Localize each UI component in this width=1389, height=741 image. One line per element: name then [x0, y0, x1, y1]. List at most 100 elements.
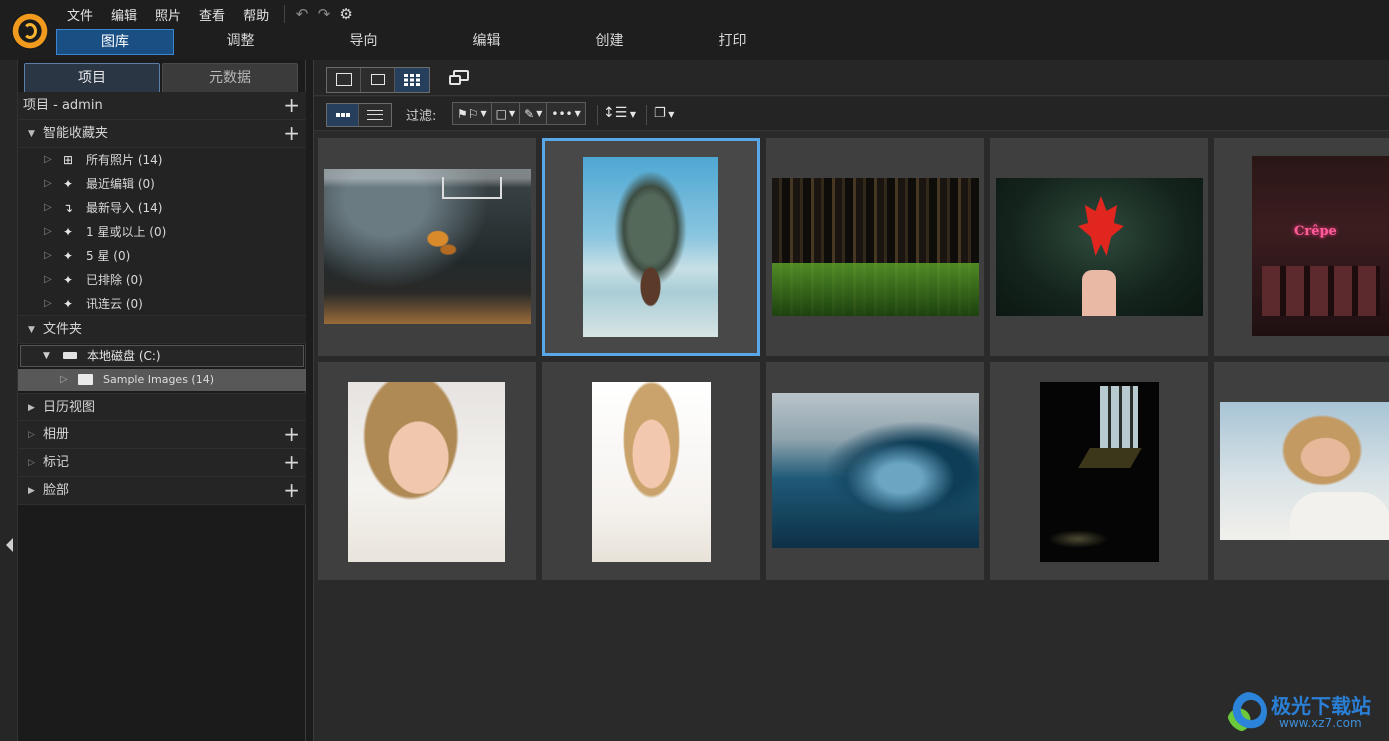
local-drive-item[interactable]: ▼ 本地磁盘 (C:): [20, 345, 304, 367]
edit-filter-button[interactable]: ✎ ▼: [519, 102, 548, 125]
menu-view[interactable]: 查看: [190, 3, 234, 25]
smart-item-all-photos[interactable]: ▷ ⊞ 所有照片 (14): [18, 148, 306, 172]
grass-shape: [772, 263, 979, 316]
thumbnail-cell[interactable]: [990, 138, 1208, 356]
project-label: 项目 - admin: [23, 98, 103, 113]
collapsed-triangle-icon[interactable]: ▷: [44, 244, 52, 268]
panel-collapse-strip[interactable]: [0, 60, 18, 741]
tab-adjust[interactable]: 调整: [179, 29, 302, 55]
expanded-triangle-icon[interactable]: ▼: [43, 346, 50, 366]
menu-help[interactable]: 帮助: [234, 3, 278, 25]
calendar-view-header[interactable]: ▶ 日历视图: [18, 393, 306, 421]
tab-edit[interactable]: 编辑: [425, 29, 548, 55]
tab-metadata[interactable]: 元数据: [162, 63, 298, 92]
floor-light: [1048, 530, 1108, 548]
thumbnail-cell[interactable]: [990, 362, 1208, 580]
app-logo-icon[interactable]: [10, 11, 50, 51]
undo-icon[interactable]: ↶: [291, 3, 313, 25]
tab-guided[interactable]: 导向: [302, 29, 425, 55]
thumbnail-cell[interactable]: Crêpe: [1214, 138, 1389, 356]
sort-button[interactable]: ↕☰ ▼: [603, 102, 636, 125]
collapsed-triangle-icon[interactable]: ▶: [28, 477, 35, 505]
thumbnail-cell[interactable]: [766, 362, 984, 580]
menu-edit[interactable]: 编辑: [102, 3, 146, 25]
library-main-area: 过滤: ⚑⚐ ▼ □ ▼ ✎ ▼ ••• ▼ ↕☰ ▼ ❐ ▼ Crêpe: [313, 60, 1389, 741]
albums-header[interactable]: ▷ 相册 +: [18, 421, 306, 449]
smart-item-latest-import[interactable]: ▷ ↴ 最新导入 (14): [18, 196, 306, 220]
collapsed-triangle-icon[interactable]: ▷: [28, 421, 35, 449]
thumbnail-cell[interactable]: [766, 138, 984, 356]
single-view-button[interactable]: [327, 68, 361, 92]
grid-view-button[interactable]: [395, 68, 429, 92]
tags-header[interactable]: ▷ 标记 +: [18, 449, 306, 477]
collapsed-triangle-icon[interactable]: ▷: [44, 148, 52, 172]
magic-wand-icon: ✦: [62, 273, 74, 287]
thumbnail-cell[interactable]: [318, 138, 536, 356]
thumbnail-cell[interactable]: [318, 362, 536, 580]
rock-island-photo: [583, 157, 718, 337]
watermark-title: 极光下载站: [1271, 694, 1371, 718]
collapsed-triangle-icon[interactable]: ▷: [44, 196, 52, 220]
menu-photo[interactable]: 照片: [146, 3, 190, 25]
thumbnail-mode-button[interactable]: [327, 104, 359, 126]
albums-label: 相册: [43, 427, 70, 442]
color-filter-button[interactable]: □ ▼: [490, 102, 521, 125]
collapse-left-icon[interactable]: [6, 538, 13, 552]
stack-icon: ❐: [654, 106, 666, 121]
collapsed-triangle-icon[interactable]: ▷: [44, 292, 52, 316]
expanded-triangle-icon[interactable]: ▼: [28, 316, 35, 344]
watermark: 极光下载站 www.xz7.com: [1227, 690, 1387, 734]
tab-create[interactable]: 创建: [548, 29, 671, 55]
more-filter-button[interactable]: ••• ▼: [546, 102, 586, 125]
tab-library[interactable]: 图库: [56, 29, 174, 55]
sample-images-folder[interactable]: ▷ Sample Images (14): [18, 369, 306, 391]
tab-print[interactable]: 打印: [671, 29, 794, 55]
collapsed-triangle-icon[interactable]: ▶: [28, 394, 35, 422]
expanded-triangle-icon[interactable]: ▼: [28, 120, 35, 148]
collapsed-triangle-icon[interactable]: ▷: [44, 172, 52, 196]
smart-item-excluded[interactable]: ▷ ✦ 已排除 (0): [18, 268, 306, 292]
settings-icon[interactable]: ⚙: [335, 3, 357, 25]
stack-button[interactable]: ❐ ▼: [654, 102, 674, 125]
maple-leaf-photo: [996, 178, 1203, 316]
collapsed-triangle-icon[interactable]: ▷: [60, 369, 68, 391]
add-tag-icon[interactable]: +: [283, 449, 300, 475]
compare-view-icon: [371, 74, 385, 85]
smart-item-five-star[interactable]: ▷ ✦ 5 星 (0): [18, 244, 306, 268]
collapsed-triangle-icon[interactable]: ▷: [44, 220, 52, 244]
second-display-icon[interactable]: [449, 70, 471, 88]
folders-header[interactable]: ▼ 文件夹: [18, 316, 306, 344]
smart-item-recent-edits[interactable]: ▷ ✦ 最近编辑 (0): [18, 172, 306, 196]
faces-header[interactable]: ▶ 脸部 +: [18, 477, 306, 505]
magic-wand-icon: ✦: [62, 249, 74, 263]
magic-wand-icon: ✦: [62, 225, 74, 239]
add-face-icon[interactable]: +: [283, 477, 300, 503]
magic-wand-icon: ✦: [62, 297, 74, 311]
thumbnail-cell[interactable]: [542, 362, 760, 580]
drive-icon: [63, 352, 77, 359]
menu-file[interactable]: 文件: [58, 3, 102, 25]
add-smart-collection-icon[interactable]: +: [283, 120, 300, 146]
filter-label: 过滤:: [406, 109, 437, 124]
smart-collections-header[interactable]: ▼ 智能收藏夹 +: [18, 120, 306, 148]
calendar-view-label: 日历视图: [43, 400, 96, 415]
sort-icon: ↕☰: [603, 105, 628, 121]
flag-filter-button[interactable]: ⚑⚐ ▼: [452, 102, 492, 125]
redo-icon[interactable]: ↷: [313, 3, 335, 25]
filter-toolbar: 过滤: ⚑⚐ ▼ □ ▼ ✎ ▼ ••• ▼ ↕☰ ▼ ❐ ▼: [314, 97, 1389, 131]
window-shape: [1100, 386, 1138, 448]
add-project-icon[interactable]: +: [283, 92, 300, 118]
thumbnail-cell-selected[interactable]: [542, 138, 760, 356]
smart-item-cloud[interactable]: ▷ ✦ 讯连云 (0): [18, 292, 306, 316]
collapsed-triangle-icon[interactable]: ▷: [44, 268, 52, 292]
light-beam: [1078, 448, 1142, 468]
smart-item-one-star[interactable]: ▷ ✦ 1 星或以上 (0): [18, 220, 306, 244]
project-header[interactable]: 项目 - admin +: [18, 92, 306, 120]
thumbnail-cell[interactable]: [1214, 362, 1389, 580]
tab-project[interactable]: 项目: [24, 63, 160, 92]
forest-photo: [772, 178, 979, 316]
add-album-icon[interactable]: +: [283, 421, 300, 447]
collapsed-triangle-icon[interactable]: ▷: [28, 449, 35, 477]
compare-view-button[interactable]: [361, 68, 395, 92]
list-mode-button[interactable]: [359, 104, 391, 126]
